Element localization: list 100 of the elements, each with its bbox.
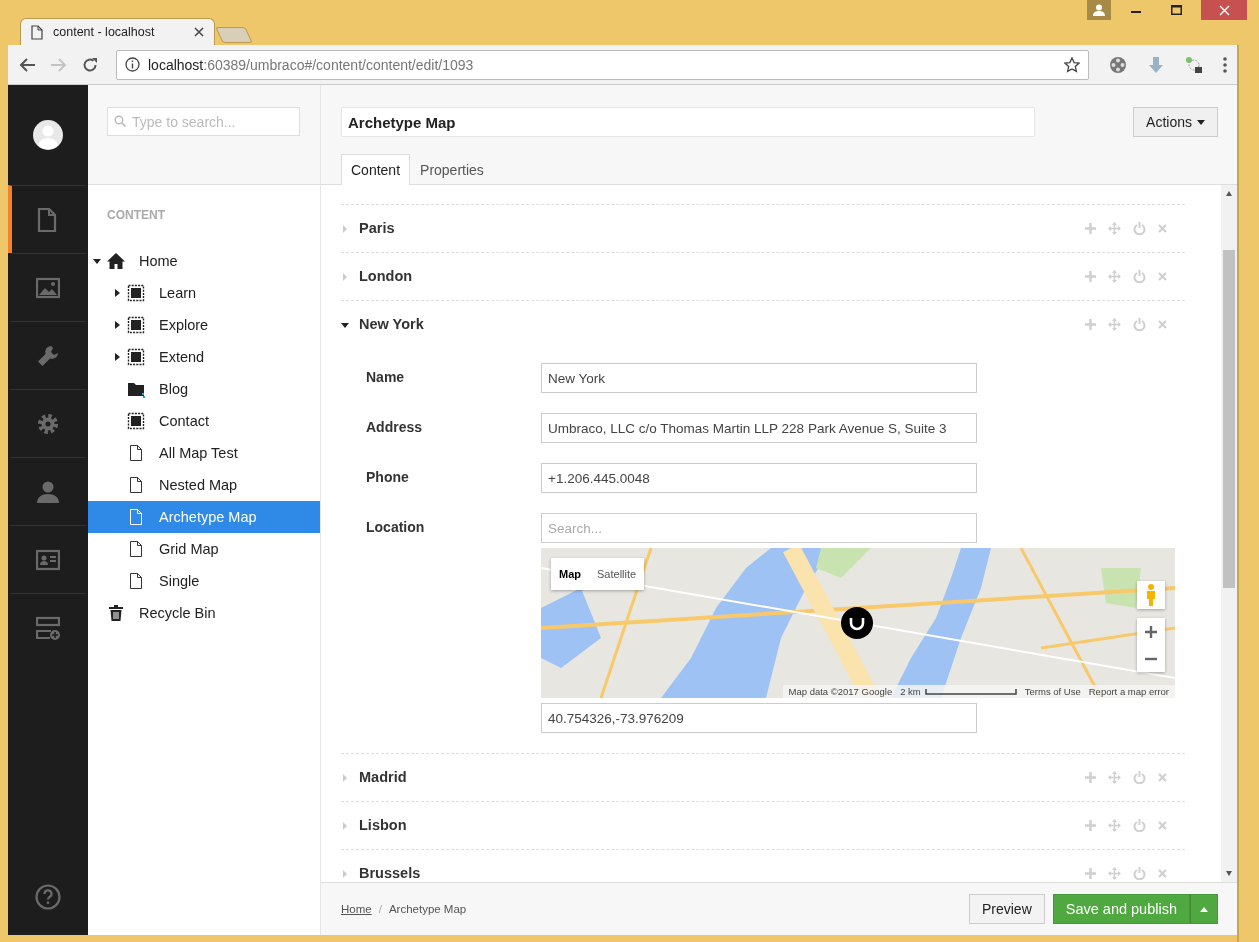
tree-item[interactable]: Learn: [88, 277, 320, 309]
plus-icon[interactable]: [1085, 772, 1096, 783]
breadcrumb-link[interactable]: Home: [341, 903, 372, 915]
field-label: Name: [366, 368, 406, 387]
tree-item[interactable]: Grid Map: [88, 533, 320, 565]
scale-label: 2 km: [900, 686, 921, 697]
tree-heading: CONTENT: [106, 207, 166, 224]
document-icon: [127, 444, 145, 462]
power-icon[interactable]: [1133, 222, 1146, 235]
reload-icon[interactable]: [82, 56, 98, 73]
preview-button[interactable]: Preview: [968, 894, 1045, 924]
power-icon[interactable]: [1133, 270, 1146, 283]
move-icon[interactable]: [1108, 318, 1121, 331]
item-title[interactable]: London: [359, 268, 413, 285]
profile-icon[interactable]: [1087, 0, 1111, 20]
coordinates-field[interactable]: 40.754326,-73.976209: [541, 703, 977, 733]
forward-icon[interactable]: [50, 56, 68, 73]
close-button[interactable]: [1201, 0, 1247, 20]
plus-icon[interactable]: [1085, 868, 1096, 879]
save-options-button[interactable]: [1190, 894, 1218, 924]
trash-icon: [107, 604, 125, 622]
item-title[interactable]: Paris: [359, 220, 395, 237]
address-bar[interactable]: localhost:60389/umbraco#/content/content/edit/1093: [116, 49, 1089, 80]
caret-down-icon[interactable]: [93, 257, 101, 265]
tree-item[interactable]: Blog: [88, 373, 320, 405]
plus-icon: [1145, 625, 1157, 638]
tree-item[interactable]: Explore: [88, 309, 320, 341]
tree-item[interactable]: Home: [88, 245, 320, 277]
new-tab-button[interactable]: [215, 27, 253, 43]
menu-icon[interactable]: [1223, 56, 1227, 73]
user-icon: [1093, 4, 1105, 16]
id-card-icon: [36, 547, 60, 572]
text-field[interactable]: New York: [541, 363, 977, 393]
caret-right-icon[interactable]: [113, 321, 121, 329]
power-icon[interactable]: [1133, 867, 1146, 880]
film-reel-icon[interactable]: [1109, 55, 1127, 74]
browser-tab[interactable]: content - localhost: [20, 18, 215, 45]
item-title[interactable]: New York: [359, 316, 424, 333]
back-icon[interactable]: [18, 56, 36, 73]
tree-item[interactable]: Extend: [88, 341, 320, 373]
text-field[interactable]: +1.206.445.0048: [541, 463, 977, 493]
user-icon: [36, 479, 60, 504]
move-icon[interactable]: [1108, 270, 1121, 283]
item-title[interactable]: Brussels: [359, 865, 421, 882]
folder-icon: [127, 380, 145, 398]
tree-item[interactable]: Contact: [88, 405, 320, 437]
report-link[interactable]: Report a map error: [1088, 686, 1169, 697]
scale-bar-icon: [924, 688, 1017, 695]
tab[interactable]: Content: [341, 154, 411, 185]
document-icon: [127, 540, 145, 558]
street-view-button[interactable]: [1137, 581, 1165, 609]
move-icon[interactable]: [1108, 222, 1121, 235]
download-icon[interactable]: [1147, 55, 1165, 74]
extension-icon[interactable]: [1185, 55, 1203, 74]
text-field[interactable]: Umbraco, LLC c/o Thomas Martin LLP 228 Park Avenue S, Suite 3: [541, 413, 977, 443]
star-icon[interactable]: [1064, 56, 1080, 73]
avatar-icon[interactable]: [33, 120, 63, 150]
move-icon[interactable]: [1108, 771, 1121, 784]
tree-item[interactable]: Nested Map: [88, 469, 320, 501]
plus-icon[interactable]: [1085, 271, 1096, 282]
help-icon[interactable]: [35, 884, 61, 910]
scrollbar[interactable]: [1221, 185, 1237, 882]
page-icon: [31, 24, 43, 40]
power-icon[interactable]: [1133, 819, 1146, 832]
power-icon[interactable]: [1133, 318, 1146, 331]
container-icon: [127, 412, 145, 430]
tab[interactable]: Properties: [410, 154, 494, 185]
field-label: Phone: [366, 468, 410, 487]
home-icon: [107, 252, 125, 270]
plus-icon[interactable]: [1085, 223, 1096, 234]
tree-item[interactable]: Single: [88, 565, 320, 597]
tree-item[interactable]: All Map Test: [88, 437, 320, 469]
name-field[interactable]: Archetype Map: [341, 107, 1035, 137]
tab-title: content - localhost: [53, 25, 156, 39]
close-icon[interactable]: [194, 27, 204, 37]
caret-right-icon[interactable]: [113, 289, 121, 297]
plus-icon[interactable]: [1085, 820, 1096, 831]
document-icon: [127, 572, 145, 590]
gear-icon: [36, 411, 60, 436]
search-field[interactable]: Type to search...: [107, 107, 300, 136]
terms-link[interactable]: Terms of Use: [1024, 686, 1081, 697]
caret-down-icon[interactable]: [341, 320, 349, 329]
url-text: localhost:60389/umbraco#/content/content/edit/1093: [148, 56, 474, 73]
marker-icon[interactable]: [841, 607, 873, 639]
breadcrumb-current: Archetype Map: [388, 903, 467, 915]
map-search-field[interactable]: Search...: [541, 513, 977, 543]
plus-icon[interactable]: [1085, 319, 1096, 330]
map-type-button[interactable]: Satellite: [589, 558, 645, 590]
breadcrumb-separator: /: [378, 903, 382, 915]
move-icon[interactable]: [1108, 819, 1121, 832]
actions-button[interactable]: Actions: [1133, 107, 1218, 137]
item-title[interactable]: Lisbon: [359, 817, 407, 834]
caret-right-icon[interactable]: [113, 353, 121, 361]
tree-item[interactable]: Recycle Bin: [88, 597, 320, 629]
tree-item[interactable]: Archetype Map: [88, 501, 320, 533]
map-attribution: Map data ©2017 Google: [788, 686, 893, 697]
item-title[interactable]: Madrid: [359, 769, 407, 786]
map-type-button[interactable]: Map: [551, 558, 589, 590]
move-icon[interactable]: [1108, 867, 1121, 880]
power-icon[interactable]: [1133, 771, 1146, 784]
